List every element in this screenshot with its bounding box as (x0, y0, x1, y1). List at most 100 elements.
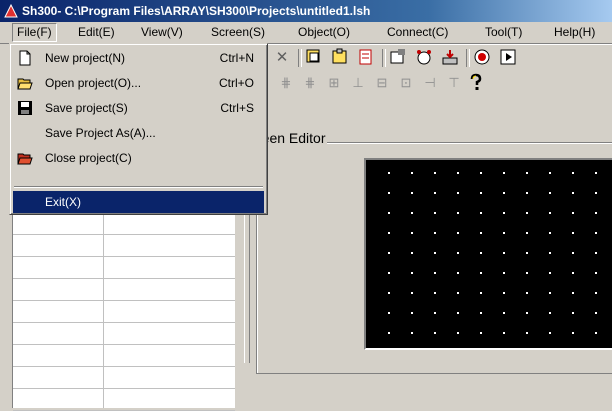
grid-dot (434, 332, 436, 334)
grid-dot (526, 212, 528, 214)
grid-dot (411, 172, 413, 174)
file-menu-dropdown: New project(N) Ctrl+N Open project(O)...… (9, 43, 268, 215)
grid-dot (480, 252, 482, 254)
alarm-clock-icon[interactable] (414, 48, 434, 68)
screen-list-icon[interactable] (356, 48, 376, 68)
menu-item-shortcut: Ctrl+S (220, 101, 254, 115)
record-icon[interactable] (472, 48, 492, 68)
menu-item-open-project[interactable]: Open project(O)... Ctrl+O (13, 72, 264, 94)
grid-dot (595, 292, 597, 294)
grid-dot (388, 192, 390, 194)
menu-edit[interactable]: Edit(E) (74, 24, 119, 41)
help-question-icon[interactable] (466, 73, 486, 93)
align-right-icon[interactable]: ⋕ (300, 73, 320, 93)
grid-dot (549, 192, 551, 194)
grid-dot (388, 272, 390, 274)
title-bar: Sh300- C:\Program Files\ARRAY\SH300\Proj… (0, 0, 612, 22)
menu-item-new-project[interactable]: New project(N) Ctrl+N (13, 47, 264, 69)
properties-icon[interactable] (388, 48, 408, 68)
download-icon[interactable] (440, 48, 460, 68)
table-row[interactable] (13, 345, 235, 367)
menu-screen[interactable]: Screen(S) (207, 24, 269, 41)
menu-help[interactable]: Help(H) (550, 24, 599, 41)
grid-dot (526, 292, 528, 294)
paste-screen-icon[interactable] (330, 48, 350, 68)
grid-dot (388, 312, 390, 314)
space-horizontal-icon[interactable]: ⊣ (420, 73, 440, 93)
menu-item-exit[interactable]: Exit(X) (13, 191, 264, 213)
open-folder-icon (17, 78, 33, 90)
center-horizontal-icon[interactable]: ⊟ (372, 73, 392, 93)
grid-dot (411, 292, 413, 294)
grid-dot (549, 232, 551, 234)
grid-dot (480, 172, 482, 174)
grid-dot (388, 212, 390, 214)
table-row[interactable] (13, 279, 235, 301)
menu-item-label: Exit(X) (45, 195, 81, 209)
grid-dot (434, 212, 436, 214)
table-row[interactable] (13, 323, 235, 345)
grid-dot (480, 292, 482, 294)
grid-dot (572, 192, 574, 194)
new-file-icon (19, 50, 31, 66)
grid-dot (457, 232, 459, 234)
menu-item-label: Close project(C) (45, 151, 132, 165)
grid-dot (411, 272, 413, 274)
play-icon[interactable] (498, 48, 518, 68)
grid-dot (480, 272, 482, 274)
grid-dot (503, 292, 505, 294)
grid-dot (595, 332, 597, 334)
grid-dot (411, 252, 413, 254)
grid-dot (503, 272, 505, 274)
grid-dot (595, 172, 597, 174)
table-row[interactable] (13, 235, 235, 257)
grid-dot (526, 312, 528, 314)
grid-dot (549, 212, 551, 214)
menu-item-save-project[interactable]: Save project(S) Ctrl+S (13, 97, 264, 119)
screen-canvas[interactable] (364, 158, 612, 350)
grid-dot (503, 232, 505, 234)
grid-dot (434, 172, 436, 174)
table-row[interactable] (13, 257, 235, 279)
align-top-icon[interactable]: ⊞ (324, 73, 344, 93)
menu-item-save-project-as[interactable]: Save Project As(A)... (13, 122, 264, 144)
grid-dot (457, 252, 459, 254)
menu-view[interactable]: View(V) (137, 24, 187, 41)
grid-dot (503, 332, 505, 334)
grid-dot (595, 252, 597, 254)
table-row[interactable] (13, 213, 235, 235)
grid-dot (434, 312, 436, 314)
menu-tool[interactable]: Tool(T) (481, 24, 526, 41)
grid-dot (572, 272, 574, 274)
grid-dot (388, 172, 390, 174)
grid-dot (549, 312, 551, 314)
menu-file[interactable]: File(F) (12, 23, 57, 42)
grid-dot (572, 252, 574, 254)
grid-dot (572, 292, 574, 294)
grid-dot (503, 252, 505, 254)
grid-dot (572, 312, 574, 314)
grid-dot (595, 212, 597, 214)
menu-item-close-project[interactable]: Close project(C) (13, 147, 264, 169)
grid-dot (457, 332, 459, 334)
grid-dot (457, 192, 459, 194)
menu-item-label: Open project(O)... (45, 76, 142, 90)
space-vertical-icon[interactable]: ⊤ (444, 73, 464, 93)
align-bottom-icon[interactable]: ⊥ (348, 73, 368, 93)
project-table[interactable] (12, 212, 235, 411)
menu-object[interactable]: Object(O) (294, 24, 354, 41)
grid-dot (457, 272, 459, 274)
menu-connect[interactable]: Connect(C) (383, 24, 452, 41)
table-row[interactable] (13, 367, 235, 389)
grid-dot (388, 292, 390, 294)
table-row[interactable] (13, 389, 235, 411)
center-vertical-icon[interactable]: ⊡ (396, 73, 416, 93)
grid-dot (549, 272, 551, 274)
copy-screen-icon[interactable] (304, 48, 324, 68)
grid-dot (480, 312, 482, 314)
align-toolbar: ⋕ ⋕ ⊞ ⊥ ⊟ ⊡ ⊣ ⊤ (268, 70, 612, 96)
grid-dot (595, 272, 597, 274)
delete-icon[interactable]: ✕ (272, 48, 292, 68)
align-left-icon[interactable]: ⋕ (276, 73, 296, 93)
table-row[interactable] (13, 301, 235, 323)
